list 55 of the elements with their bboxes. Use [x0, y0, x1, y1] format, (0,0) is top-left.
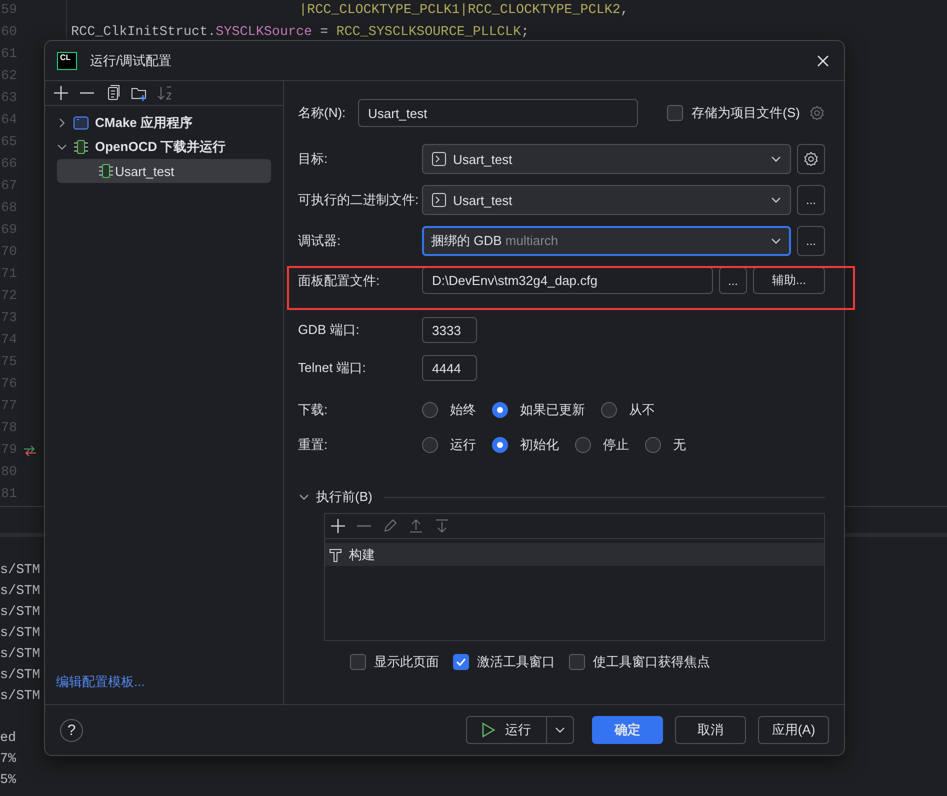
field-label: 可执行的二进制文件: [298, 191, 420, 209]
tree-item[interactable]: Usart_test [57, 159, 271, 183]
checkbox-label: 显示此页面 [374, 653, 439, 671]
terminal-line: 7% [0, 751, 16, 769]
field-label: 面板配置文件: [298, 272, 381, 290]
tree-item[interactable]: CMake 应用程序 [57, 111, 271, 135]
terminal-line: s/STM [0, 688, 40, 706]
help-button[interactable]: ? [60, 718, 83, 742]
assist-button[interactable]: 辅助... [753, 267, 825, 294]
code-line: |RCC_CLOCKTYPE_PCLK1|RCC_CLOCKTYPE_PCLK2, [298, 2, 630, 20]
browse-button[interactable]: ... [797, 226, 825, 256]
terminal-line: s/STM [0, 562, 40, 580]
browse-button[interactable]: ... [797, 185, 825, 215]
field-label: 名称(N): [298, 104, 347, 122]
list-item[interactable]: 构建 [325, 543, 824, 566]
field-label: 目标: [298, 150, 329, 168]
dropdown[interactable]: Usart_test [422, 185, 791, 215]
dropdown[interactable]: 捆绑的 GDB multiarch [422, 226, 791, 256]
radio-label: 运行 [450, 436, 476, 454]
terminal-line: s/STM [0, 583, 40, 601]
section-title: 执行前(B) [316, 488, 372, 506]
tree-item[interactable]: OpenOCD 下载并运行 [57, 135, 271, 159]
terminal-line: ed [0, 730, 16, 748]
dialog-button[interactable]: 取消 [675, 716, 746, 744]
edit-templates-link[interactable]: 编辑配置模板... [45, 673, 283, 704]
radio-label: 从不 [629, 401, 655, 419]
field-label: 调试器: [298, 232, 342, 250]
name-field[interactable]: Usart_test [358, 99, 638, 127]
terminal-line: 5% [0, 772, 16, 790]
radio-label: 无 [673, 436, 686, 454]
checkbox-label: 激活工具窗口 [477, 653, 555, 671]
code-line: RCC_ClkInitStruct.SYSCLKSource = RCC_SYSCLKSOURCE_PLLCLK; [71, 24, 530, 42]
app-logo: CL [57, 52, 77, 70]
radio-label: 初始化 [520, 436, 559, 454]
radio-label: 停止 [603, 436, 629, 454]
terminal-line: s/STM [0, 625, 40, 643]
dialog-title: 运行/调试配置 [90, 52, 173, 70]
field-label: 重置: [298, 436, 329, 454]
terminal-line: s/STM [0, 646, 40, 664]
field-label: 下载: [298, 401, 329, 419]
field-label: Telnet 端口: [298, 359, 367, 377]
terminal-line: s/STM [0, 667, 40, 685]
radio-label: 始终 [450, 401, 476, 419]
port-field[interactable]: 4444 [422, 355, 477, 381]
checkbox-label: 使工具窗口获得焦点 [593, 653, 710, 671]
terminal-line: s/STM [0, 604, 40, 622]
field-label: GDB 端口: [298, 321, 360, 339]
browse-button[interactable]: ... [719, 267, 747, 294]
radio-label: 如果已更新 [520, 401, 585, 419]
checkbox-label: 存储为项目文件(S) [692, 104, 800, 122]
run-button[interactable]: 运行 [467, 717, 547, 743]
port-field[interactable]: 3333 [422, 317, 477, 343]
dialog-button[interactable]: 应用(A) [758, 716, 829, 744]
dropdown[interactable]: Usart_test [422, 144, 791, 174]
file-path-field[interactable]: D:\DevEnv\stm32g4_dap.cfg [422, 267, 713, 294]
